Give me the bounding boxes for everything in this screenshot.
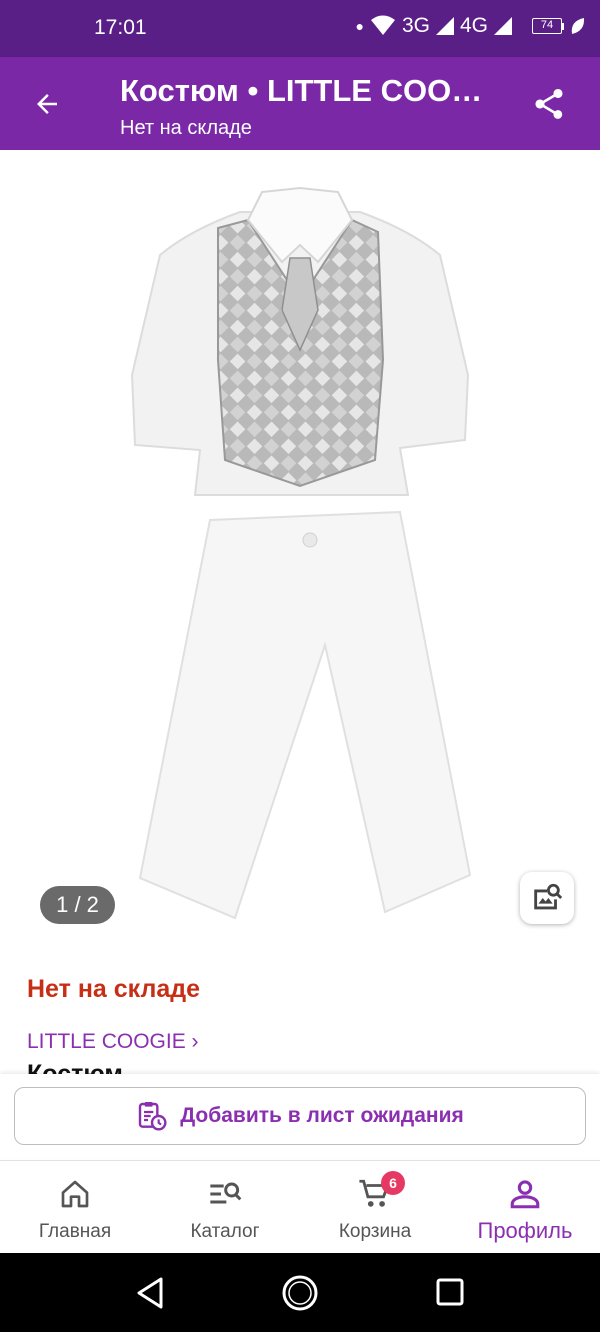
waitlist-label: Добавить в лист ожидания [180,1104,464,1127]
nav-label-profile: Профиль [477,1218,573,1243]
battery-icon: 74 [532,18,564,34]
image-search-icon [534,883,563,910]
nav-item-home[interactable]: Главная [0,1161,150,1254]
product-image [130,186,472,920]
cart-badge: 6 [381,1171,405,1195]
status-icons: ● 3G 4G 74 [356,14,587,38]
back-button[interactable] [24,81,70,127]
brand-link[interactable]: LITTLE COOGIE › [27,1030,199,1054]
page-title: Костюм • LITTLE COO… [120,73,483,108]
notification-dot-icon: ● [355,18,364,34]
share-icon [535,89,563,119]
arrow-left-icon [37,94,57,114]
page-subtitle: Нет на складе [120,117,252,139]
bottom-navigation: Главная Каталог 6 Корзина Профиль [0,1160,600,1253]
signal-icon [435,17,454,35]
wifi-icon [370,15,395,35]
share-button[interactable] [526,81,572,127]
image-counter: 1 / 2 [40,886,115,924]
nav-label-catalog: Каталог [190,1221,260,1242]
nav-label-home: Главная [38,1221,112,1242]
system-back-icon[interactable] [133,1275,167,1311]
product-image-gallery[interactable]: 1 / 2 [0,150,600,940]
system-home-icon[interactable] [281,1274,319,1312]
leaf-icon [571,18,585,34]
nav-item-profile[interactable]: Профиль [450,1161,600,1254]
add-to-waitlist-button[interactable]: Добавить в лист ожидания [14,1087,586,1145]
nav-label-cart: Корзина [338,1221,412,1242]
battery-level: 74 [532,18,562,34]
image-search-button[interactable] [520,872,574,924]
product-name: Костюм [27,1062,123,1074]
nav-item-catalog[interactable]: Каталог [150,1161,300,1254]
waitlist-bar: Добавить в лист ожидания [0,1074,600,1158]
home-icon [61,1180,89,1208]
system-recents-icon[interactable] [434,1276,466,1308]
network-3g-label: 3G [401,14,430,37]
system-navigation-bar [0,1253,600,1332]
profile-icon [510,1180,540,1209]
nav-item-cart[interactable]: 6 Корзина [300,1161,450,1254]
status-time: 17:01 [94,16,147,39]
status-bar: 17:01 ● 3G 4G 74 [0,0,600,57]
app-bar: Костюм • LITTLE COO… Нет на складе [0,57,600,150]
signal-icon [494,17,512,35]
network-4g-label: 4G [459,14,488,37]
stock-status: Нет на складе [27,975,201,1003]
catalog-search-icon [210,1182,242,1204]
clipboard-clock-icon [139,1102,167,1131]
